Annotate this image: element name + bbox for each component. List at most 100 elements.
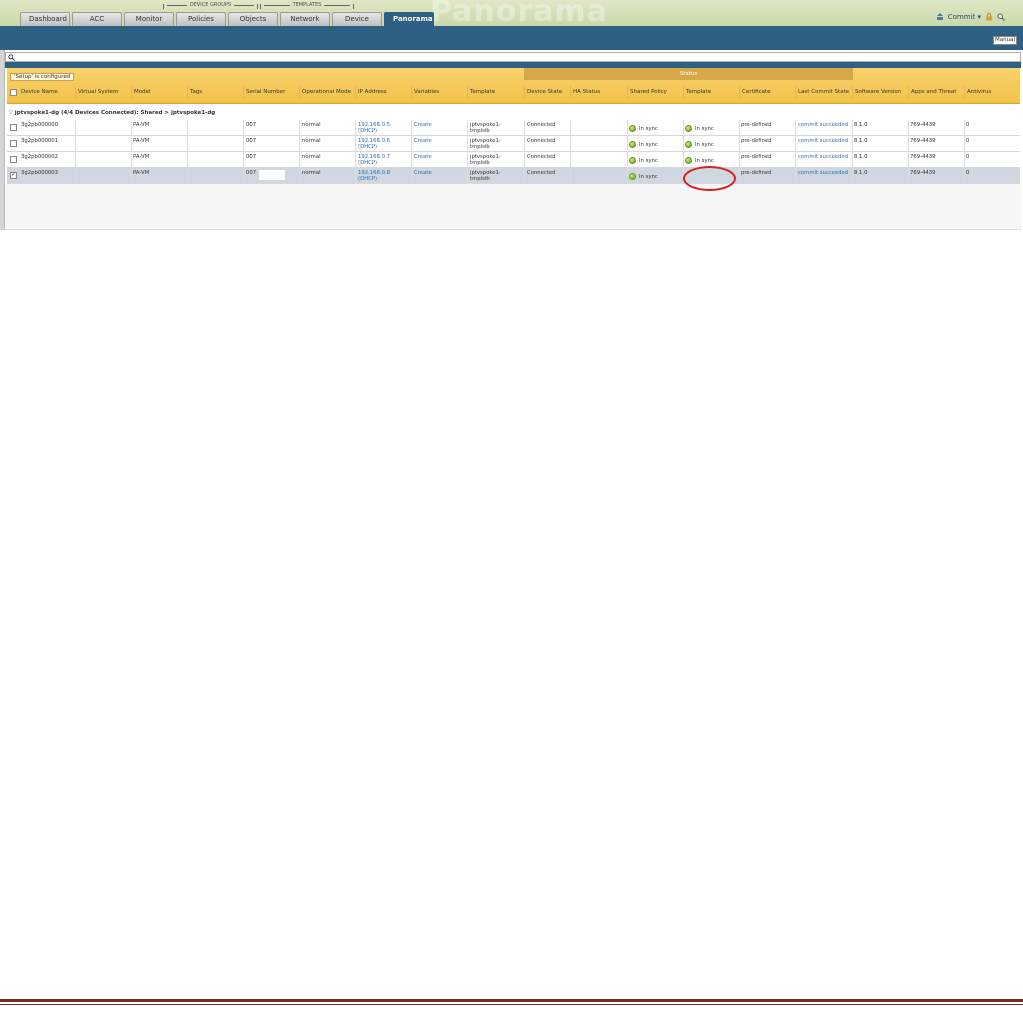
antivirus-cell: 0 bbox=[966, 154, 970, 160]
commit-button[interactable]: Commit ▾ bbox=[948, 13, 981, 21]
column-separator bbox=[355, 152, 356, 168]
column-separator bbox=[187, 152, 188, 168]
variables-create-link[interactable]: Create bbox=[414, 138, 432, 145]
table-row[interactable]: 3g2pb000003PA-VM007normal192.168.0.8Crea… bbox=[7, 168, 1020, 184]
column-separator bbox=[570, 120, 571, 136]
commit-state-link[interactable]: commit succeeded bbox=[798, 154, 848, 161]
filter-input[interactable] bbox=[5, 52, 1021, 62]
col-tags[interactable]: Tags bbox=[187, 86, 202, 98]
col-software-version[interactable]: Software Version bbox=[852, 86, 901, 98]
model-cell: PA-VM bbox=[133, 138, 150, 144]
search-icon[interactable] bbox=[997, 13, 1005, 21]
model-cell: PA-VM bbox=[133, 122, 150, 128]
col-certificate[interactable]: Certificate bbox=[739, 86, 771, 98]
certificate-cell: pre-defined bbox=[741, 170, 772, 176]
column-separator bbox=[739, 120, 740, 136]
commit-state-link[interactable]: commit succeeded bbox=[798, 170, 848, 177]
col-variables[interactable]: Variables bbox=[411, 86, 439, 98]
antivirus-cell: 0 bbox=[966, 138, 970, 144]
variables-create-link[interactable]: Create bbox=[414, 154, 432, 161]
annotation-highlight bbox=[683, 166, 736, 191]
col-device-state[interactable]: Device State bbox=[524, 86, 562, 98]
tab-objects[interactable]: Objects bbox=[228, 12, 278, 27]
ip-dhcp-label: (DHCP) bbox=[358, 127, 378, 134]
col-shared-policy[interactable]: Shared Policy bbox=[627, 86, 667, 98]
status-column-group: Status bbox=[524, 68, 853, 80]
column-separator bbox=[795, 168, 796, 184]
col-template[interactable]: Template bbox=[467, 86, 495, 98]
template-sync-status: In sync bbox=[685, 141, 714, 149]
col-last-commit-state[interactable]: Last Commit State bbox=[795, 86, 849, 98]
column-separator bbox=[524, 120, 525, 136]
device-group-row[interactable]: ▽ jptvspoke1-dg (4/4 Devices Connected):… bbox=[7, 108, 1020, 118]
column-separator bbox=[739, 168, 740, 184]
variables-create-link[interactable]: Create bbox=[414, 122, 432, 129]
row-checkbox[interactable] bbox=[10, 171, 17, 179]
commit-state-link[interactable]: commit succeeded bbox=[798, 122, 848, 129]
col-ha-status[interactable]: HA Status bbox=[570, 86, 600, 98]
column-separator bbox=[355, 136, 356, 152]
serial-number-cell: 007 bbox=[246, 170, 257, 176]
software-version-cell: 8.1.0 bbox=[854, 122, 868, 128]
redacted-serial bbox=[259, 154, 285, 164]
template-sync-status: In sync bbox=[685, 157, 714, 165]
certificate-cell: pre-defined bbox=[741, 138, 772, 144]
col-operational-mode[interactable]: Operational Mode bbox=[299, 86, 351, 98]
column-separator bbox=[187, 120, 188, 136]
col-apps-and-threat[interactable]: Apps and Threat bbox=[908, 86, 956, 98]
operational-mode-cell: normal bbox=[302, 122, 321, 128]
column-separator bbox=[964, 136, 965, 152]
column-separator bbox=[908, 152, 909, 168]
column-separator bbox=[570, 152, 571, 168]
commit-state-link[interactable]: commit succeeded bbox=[798, 138, 848, 145]
col-virtual-system[interactable]: Virtual System bbox=[75, 86, 118, 98]
col-template-status[interactable]: Template bbox=[683, 86, 711, 98]
tab-monitor[interactable]: Monitor bbox=[124, 12, 174, 27]
refresh-mode-select[interactable]: Manual bbox=[993, 36, 1017, 45]
tab-dashboard[interactable]: Dashboard bbox=[20, 12, 70, 27]
ip-dhcp-label: (DHCP) bbox=[358, 159, 378, 166]
row-checkbox[interactable] bbox=[10, 124, 17, 131]
tab-device[interactable]: Device bbox=[332, 12, 382, 27]
expand-triangle-icon[interactable]: ▽ bbox=[9, 110, 13, 116]
template-stack-label: tmplstk bbox=[470, 143, 490, 150]
row-checkbox[interactable] bbox=[10, 156, 17, 163]
col-ip-address[interactable]: IP Address bbox=[355, 86, 387, 98]
column-separator bbox=[467, 136, 468, 152]
column-separator bbox=[355, 168, 356, 184]
column-separator bbox=[683, 120, 684, 136]
footer-rule-thick bbox=[0, 999, 1023, 1002]
column-separator bbox=[852, 120, 853, 136]
column-separator bbox=[467, 152, 468, 168]
row-checkbox[interactable] bbox=[10, 140, 17, 147]
column-separator bbox=[524, 152, 525, 168]
lock-icon[interactable] bbox=[985, 13, 993, 21]
tab-panorama[interactable]: Panorama bbox=[384, 12, 434, 27]
shared-policy-status: In sync bbox=[629, 173, 658, 181]
template-status-text: In sync bbox=[695, 142, 714, 148]
commit-icon bbox=[936, 13, 943, 20]
tab-acc[interactable]: ACC bbox=[72, 12, 122, 27]
col-device-name[interactable]: Device Name bbox=[19, 86, 58, 98]
configured-badge: 'Setup' is configured bbox=[10, 73, 75, 81]
select-all-checkbox[interactable] bbox=[10, 89, 17, 96]
footer-rule-thin bbox=[0, 1004, 1023, 1005]
col-serial-number[interactable]: Serial Number bbox=[243, 86, 285, 98]
column-separator bbox=[908, 136, 909, 152]
column-separator bbox=[131, 136, 132, 152]
col-antivirus[interactable]: Antivirus bbox=[964, 86, 991, 98]
tab-policies[interactable]: Policies bbox=[176, 12, 226, 27]
table-row[interactable]: 3g2pb000002 PA-VM 007 normal 192.168.0.7 Crea… bbox=[7, 152, 1020, 168]
device-state-cell: Connected bbox=[527, 122, 556, 128]
table-row[interactable]: 3g2pb000001 PA-VM 007 normal 192.168.0.6 Crea… bbox=[7, 136, 1020, 152]
redacted-serial bbox=[259, 138, 285, 148]
col-model[interactable]: Model bbox=[131, 86, 151, 98]
model-cell: PA-VM bbox=[133, 170, 150, 176]
device-group-label: jptvspoke1-dg (4/4 Devices Connected): S… bbox=[14, 110, 216, 116]
tab-network[interactable]: Network bbox=[280, 12, 330, 27]
column-separator bbox=[411, 168, 412, 184]
variables-create-link[interactable]: Create bbox=[414, 170, 432, 177]
table-row[interactable]: 3g2pb000000 PA-VM 007 normal 192.168.0.5 Crea… bbox=[7, 120, 1020, 136]
apps-threat-cell: 769-4439 bbox=[910, 138, 936, 144]
shared-policy-text: In sync bbox=[639, 174, 658, 180]
